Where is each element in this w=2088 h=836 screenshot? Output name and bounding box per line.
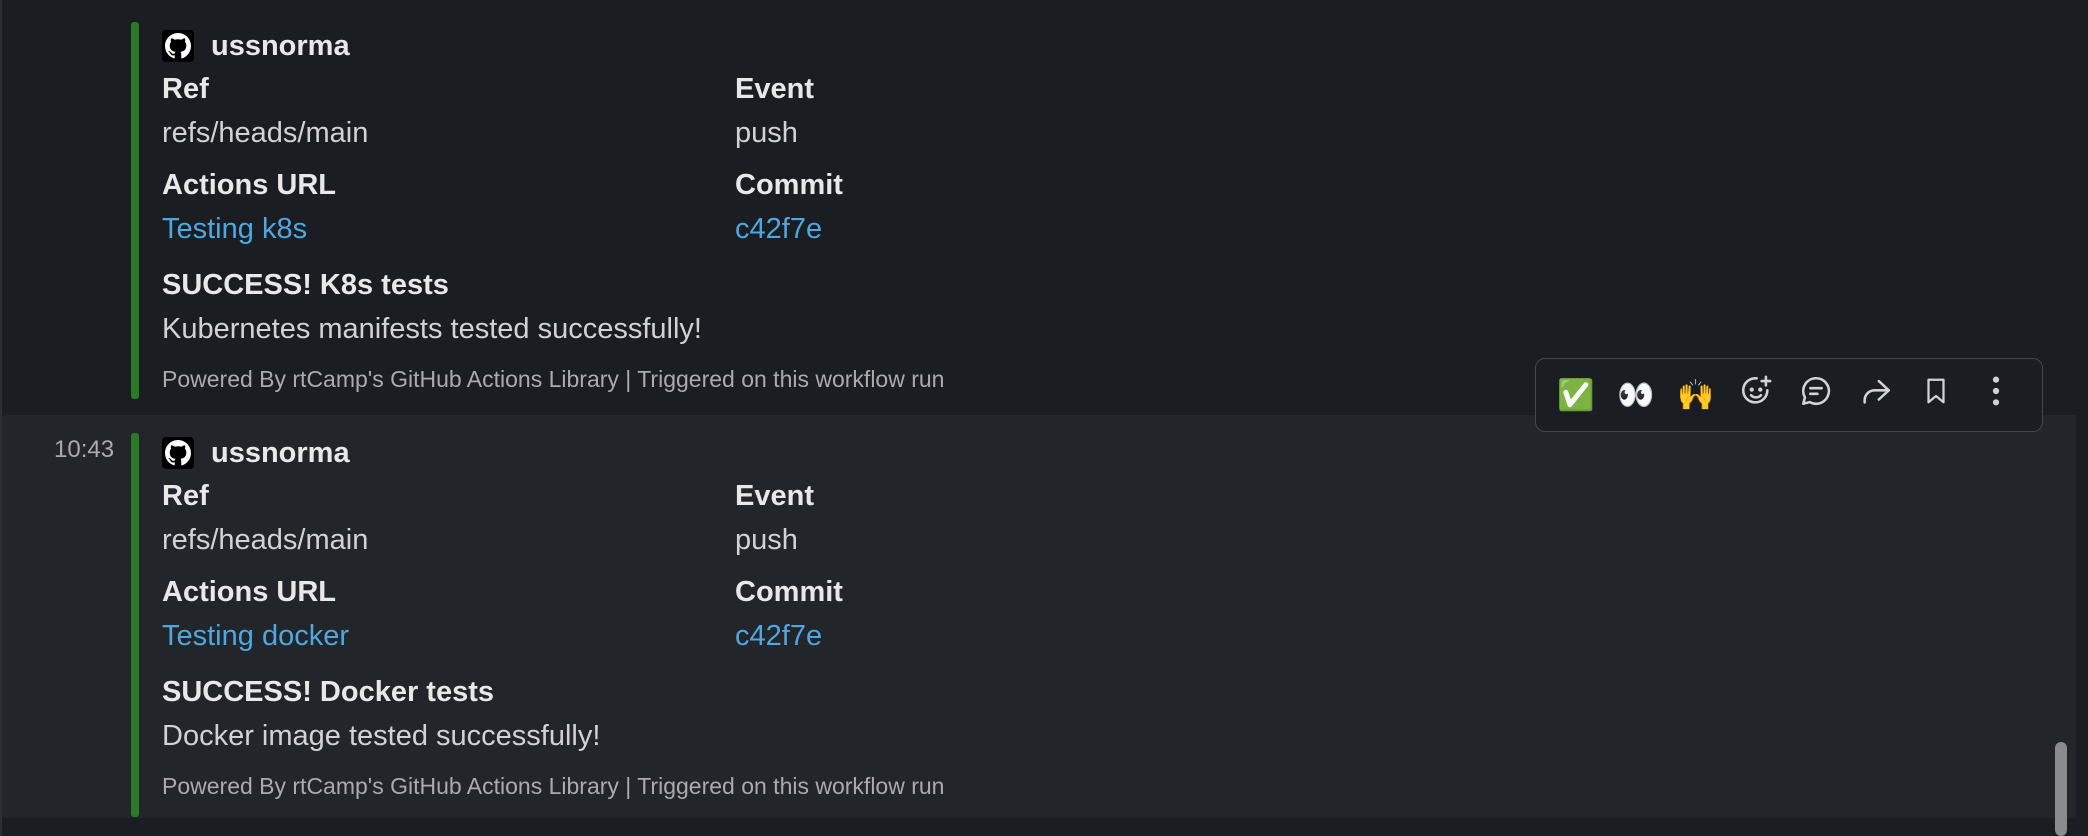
attachment: ussnorma Ref refs/heads/main Event push … — [162, 433, 1362, 801]
field-label: Ref — [162, 480, 209, 512]
field-value: refs/heads/main — [162, 117, 369, 149]
reply-in-thread-button[interactable] — [1786, 365, 1846, 425]
more-actions-icon — [1991, 374, 2001, 416]
share-icon — [1859, 374, 1893, 416]
attachment-text: Docker image tested successfully! — [162, 720, 601, 752]
add-reaction-button[interactable] — [1726, 365, 1786, 425]
field-actions-url: Actions URL Testing docker — [162, 571, 735, 667]
attachment-fields: Ref refs/heads/main Event push Actions U… — [162, 68, 1362, 260]
attachment-author: ussnorma — [162, 26, 1362, 66]
attachment-color-bar — [131, 433, 139, 817]
attachment-color-bar — [131, 22, 139, 399]
message: ussnorma Ref refs/heads/main Event push … — [2, 0, 2076, 415]
message-actions-toolbar: ✅ 👀 🙌 — [1535, 358, 2043, 432]
actions-url-link[interactable]: Testing k8s — [162, 213, 307, 245]
field-value: refs/heads/main — [162, 524, 369, 556]
message-hovered: 10:43 ussnorma Ref refs/heads/main Event… — [2, 415, 2076, 818]
attachment-footer: Powered By rtCamp's GitHub Actions Libra… — [162, 366, 945, 392]
react-check-button[interactable]: ✅ — [1546, 365, 1606, 425]
field-label: Actions URL — [162, 576, 336, 608]
field-ref: Ref refs/heads/main — [162, 68, 735, 164]
message-timestamp[interactable]: 10:43 — [54, 436, 114, 464]
react-eyes-button[interactable]: 👀 — [1606, 365, 1666, 425]
field-label: Event — [735, 480, 814, 512]
save-bookmark-icon — [1921, 374, 1951, 416]
field-label: Commit — [735, 169, 843, 201]
attachment-title: SUCCESS! K8s tests — [162, 269, 449, 301]
share-message-button[interactable] — [1846, 365, 1906, 425]
attachment-footer: Powered By rtCamp's GitHub Actions Libra… — [162, 773, 945, 799]
attachment: ussnorma Ref refs/heads/main Event push … — [162, 26, 1362, 394]
add-reaction-icon — [1739, 374, 1773, 416]
field-ref: Ref refs/heads/main — [162, 475, 735, 571]
react-raised-hands-button[interactable]: 🙌 — [1666, 365, 1726, 425]
more-actions-button[interactable] — [1966, 365, 2026, 425]
message-divider — [2, 818, 2088, 836]
attachment-fields: Ref refs/heads/main Event push Actions U… — [162, 475, 1362, 667]
field-label: Event — [735, 73, 814, 105]
field-value: push — [735, 524, 798, 556]
field-label: Ref — [162, 73, 209, 105]
field-event: Event push — [735, 68, 1335, 164]
author-name[interactable]: ussnorma — [211, 437, 350, 470]
github-icon — [162, 30, 194, 62]
field-label: Actions URL — [162, 169, 336, 201]
attachment-title: SUCCESS! Docker tests — [162, 676, 494, 708]
field-value: push — [735, 117, 798, 149]
field-commit: Commit c42f7e — [735, 571, 1335, 667]
field-event: Event push — [735, 475, 1335, 571]
author-name[interactable]: ussnorma — [211, 30, 350, 63]
github-icon — [162, 437, 194, 469]
scrollbar-thumb[interactable] — [2055, 742, 2067, 836]
save-for-later-button[interactable] — [1906, 365, 1966, 425]
field-actions-url: Actions URL Testing k8s — [162, 164, 735, 260]
field-commit: Commit c42f7e — [735, 164, 1335, 260]
commit-link[interactable]: c42f7e — [735, 620, 822, 652]
attachment-text: Kubernetes manifests tested successfully… — [162, 313, 702, 345]
reply-in-thread-icon — [1799, 374, 1833, 416]
actions-url-link[interactable]: Testing docker — [162, 620, 349, 652]
field-label: Commit — [735, 576, 843, 608]
commit-link[interactable]: c42f7e — [735, 213, 822, 245]
attachment-author: ussnorma — [162, 433, 1362, 473]
